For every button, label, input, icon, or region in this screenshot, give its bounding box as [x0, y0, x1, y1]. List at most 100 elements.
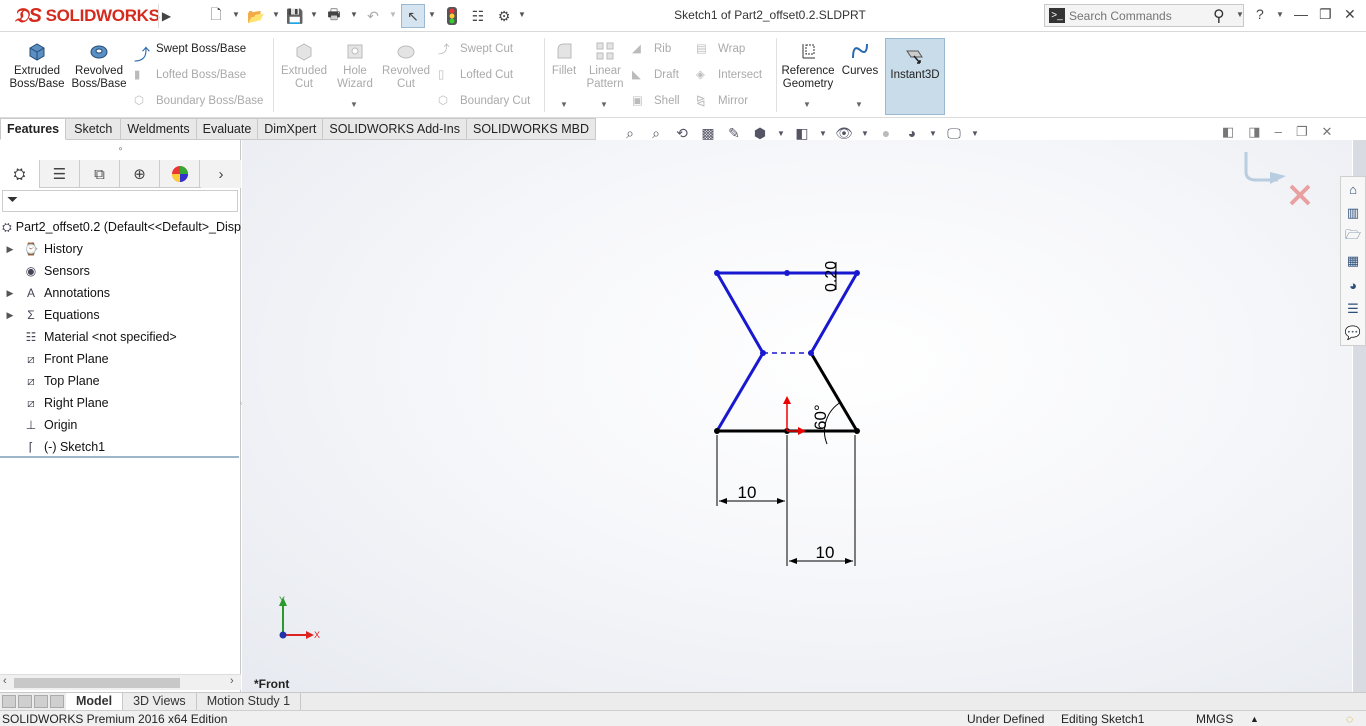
lower-left-line[interactable] — [715, 352, 765, 432]
mirror-button[interactable]: ⧎ Mirror — [696, 92, 748, 110]
search-icon[interactable]: ⚲ — [1213, 6, 1225, 26]
previous-view-icon[interactable]: ⟲ — [672, 123, 692, 143]
instant3d-button[interactable]: Instant3D — [885, 38, 945, 115]
tree-item-material[interactable]: ☷ Material <not specified> — [0, 326, 241, 348]
tree-item-origin[interactable]: ⊥ Origin — [0, 414, 241, 436]
minimize-icon[interactable]: — — [1294, 6, 1308, 22]
viewport-restore-icon[interactable]: ❐ — [1296, 124, 1308, 140]
apply-scene-dropdown-icon[interactable]: ▼ — [928, 123, 938, 143]
select-pointer-icon[interactable]: ↖ — [401, 4, 425, 28]
forum-icon[interactable]: 💬 — [1341, 321, 1365, 345]
sketch-canvas[interactable]: 10 10 60° 0.20 Y X — [242, 140, 1352, 692]
propertymanager-icon[interactable]: ☰ — [40, 160, 80, 188]
display-style-dropdown-icon[interactable]: ▼ — [818, 123, 828, 143]
revolved-boss-button[interactable]: Revolved Boss/Base — [70, 40, 128, 91]
fillet-dropdown-icon[interactable]: ▼ — [560, 100, 568, 109]
appearances-icon[interactable]: ◕ — [1341, 273, 1365, 297]
lofted-boss-button[interactable]: ▮ Lofted Boss/Base — [134, 66, 246, 84]
scroll-left-icon[interactable]: ‹ — [3, 675, 7, 687]
options-gear-icon[interactable]: ⚙ — [494, 6, 514, 26]
view-orientation-dropdown-icon[interactable]: ▼ — [776, 123, 786, 143]
hide-show-items-icon[interactable]: 👁 — [834, 123, 854, 143]
curves-dropdown-icon[interactable]: ▼ — [855, 100, 863, 109]
panel-grip[interactable]: ⚬ — [0, 140, 241, 158]
rib-button[interactable]: ◢ Rib — [632, 40, 671, 58]
graphics-area[interactable]: 10 10 60° 0.20 Y X — [242, 140, 1352, 692]
dimension-left-text[interactable]: 10 — [738, 483, 757, 502]
displaymanager-icon[interactable] — [160, 160, 200, 188]
dimension-angle-text[interactable]: 60° — [811, 404, 830, 430]
view-palette-icon[interactable]: ▦ — [1341, 249, 1365, 273]
new-dropdown-icon[interactable]: ▼ — [232, 10, 240, 19]
print-dropdown-icon[interactable]: ▼ — [350, 10, 358, 19]
new-document-icon[interactable]: 🗋 — [206, 6, 226, 26]
configurationmanager-icon[interactable]: ⧉ — [80, 160, 120, 188]
tree-item-sensors[interactable]: ◉ Sensors — [0, 260, 241, 282]
curves-button[interactable]: Curves — [838, 40, 882, 78]
boundary-cut-button[interactable]: ⬡ Boundary Cut — [438, 92, 530, 110]
wrap-button[interactable]: ▤ Wrap — [696, 40, 745, 58]
display-style-icon[interactable]: ◧ — [792, 123, 812, 143]
tree-root-part[interactable]: ⛭ Part2_offset0.2 (Default<<Default>_Dis… — [0, 216, 241, 238]
tab-sketch[interactable]: Sketch — [66, 118, 122, 140]
revolved-cut-button[interactable]: Revolved Cut — [380, 40, 432, 91]
viewport-close-icon[interactable]: ✕ — [1321, 124, 1332, 140]
tree-item-top-plane[interactable]: ⧄ Top Plane — [0, 370, 241, 392]
custom-properties-icon[interactable]: ☰ — [1341, 297, 1365, 321]
lofted-cut-button[interactable]: ▯ Lofted Cut — [438, 66, 513, 84]
zoom-to-fit-icon[interactable]: ⌕ — [620, 123, 640, 143]
tree-item-front-plane[interactable]: ⧄ Front Plane — [0, 348, 241, 370]
upper-left-line[interactable] — [715, 272, 765, 354]
tab-dimxpert[interactable]: DimXpert — [258, 118, 324, 140]
view-orientation-icon[interactable]: ⬢ — [750, 123, 770, 143]
expand-arrow-icon[interactable]: ▶ — [4, 244, 16, 255]
apply-scene-icon[interactable]: ◕ — [902, 123, 922, 143]
view-settings-monitor-icon[interactable]: 🖵 — [944, 123, 964, 143]
tab-navigation-arrows[interactable] — [0, 693, 66, 710]
file-properties-icon[interactable]: ☷ — [468, 6, 488, 26]
tab-model[interactable]: Model — [66, 693, 124, 710]
tab-motion-study-1[interactable]: Motion Study 1 — [197, 693, 302, 710]
file-explorer-folder-icon[interactable]: 🗁 — [1341, 225, 1365, 249]
save-icon[interactable]: 💾 — [285, 6, 305, 26]
select-dropdown-icon[interactable]: ▼ — [428, 10, 436, 19]
undo-icon[interactable]: ↶ — [363, 6, 383, 26]
help-dropdown-icon[interactable]: ▼ — [1276, 10, 1284, 19]
confirmation-corner[interactable] — [1244, 152, 1311, 206]
undo-dropdown-icon[interactable]: ▼ — [389, 10, 397, 19]
search-dropdown-icon[interactable]: ▼ — [1236, 10, 1244, 19]
options-dropdown-icon[interactable]: ▼ — [518, 10, 526, 19]
featuremanager-tree-icon[interactable]: ⛭ — [0, 160, 40, 188]
dynamic-annotation-icon[interactable]: ✎ — [724, 123, 744, 143]
viewport-minimize-icon[interactable]: – — [1275, 124, 1282, 140]
draft-button[interactable]: ◣ Draft — [632, 66, 679, 84]
solidworks-resources-home-icon[interactable]: ⌂ — [1341, 177, 1365, 201]
menu-expand-icon[interactable]: ▶ — [158, 4, 174, 28]
rollback-bar[interactable] — [0, 456, 239, 458]
help-icon[interactable]: ? — [1256, 6, 1264, 22]
hide-show-dropdown-icon[interactable]: ▼ — [860, 123, 870, 143]
search-input[interactable] — [1069, 7, 1209, 24]
swept-boss-button[interactable]: ⤴ Swept Boss/Base — [134, 40, 246, 64]
boundary-boss-button[interactable]: ⬡ Boundary Boss/Base — [134, 92, 263, 110]
search-commands-box[interactable]: >_ ⚲ — [1044, 4, 1244, 27]
extruded-boss-button[interactable]: Extruded Boss/Base — [8, 40, 66, 91]
expand-arrow-icon[interactable]: ▶ — [4, 288, 16, 299]
rebuild-status-icon[interactable]: ◌ — [1346, 712, 1353, 726]
close-icon[interactable]: ✕ — [1344, 6, 1356, 23]
tab-features[interactable]: Features — [0, 118, 67, 140]
rebuild-traffic-light-icon[interactable] — [442, 6, 462, 26]
extruded-cut-button[interactable]: Extruded Cut — [278, 40, 330, 91]
tree-item-right-plane[interactable]: ⧄ Right Plane — [0, 392, 241, 414]
tab-solidworks-mbd[interactable]: SOLIDWORKS MBD — [466, 118, 596, 140]
edit-appearance-icon[interactable]: ● — [876, 123, 896, 143]
open-folder-icon[interactable]: 📂 — [246, 6, 266, 26]
restore-icon[interactable]: ❐ — [1319, 6, 1332, 23]
zoom-to-area-icon[interactable]: ⌕ — [646, 123, 666, 143]
tile-left-icon[interactable]: ◧ — [1222, 124, 1234, 140]
panel-tabs-more-icon[interactable]: › — [201, 160, 241, 188]
tab-3d-views[interactable]: 3D Views — [123, 693, 197, 710]
fillet-button[interactable]: Fillet — [548, 40, 580, 78]
units-dropdown-icon[interactable]: ▲ — [1250, 714, 1259, 724]
swept-cut-button[interactable]: ⤴ Swept Cut — [438, 40, 513, 58]
